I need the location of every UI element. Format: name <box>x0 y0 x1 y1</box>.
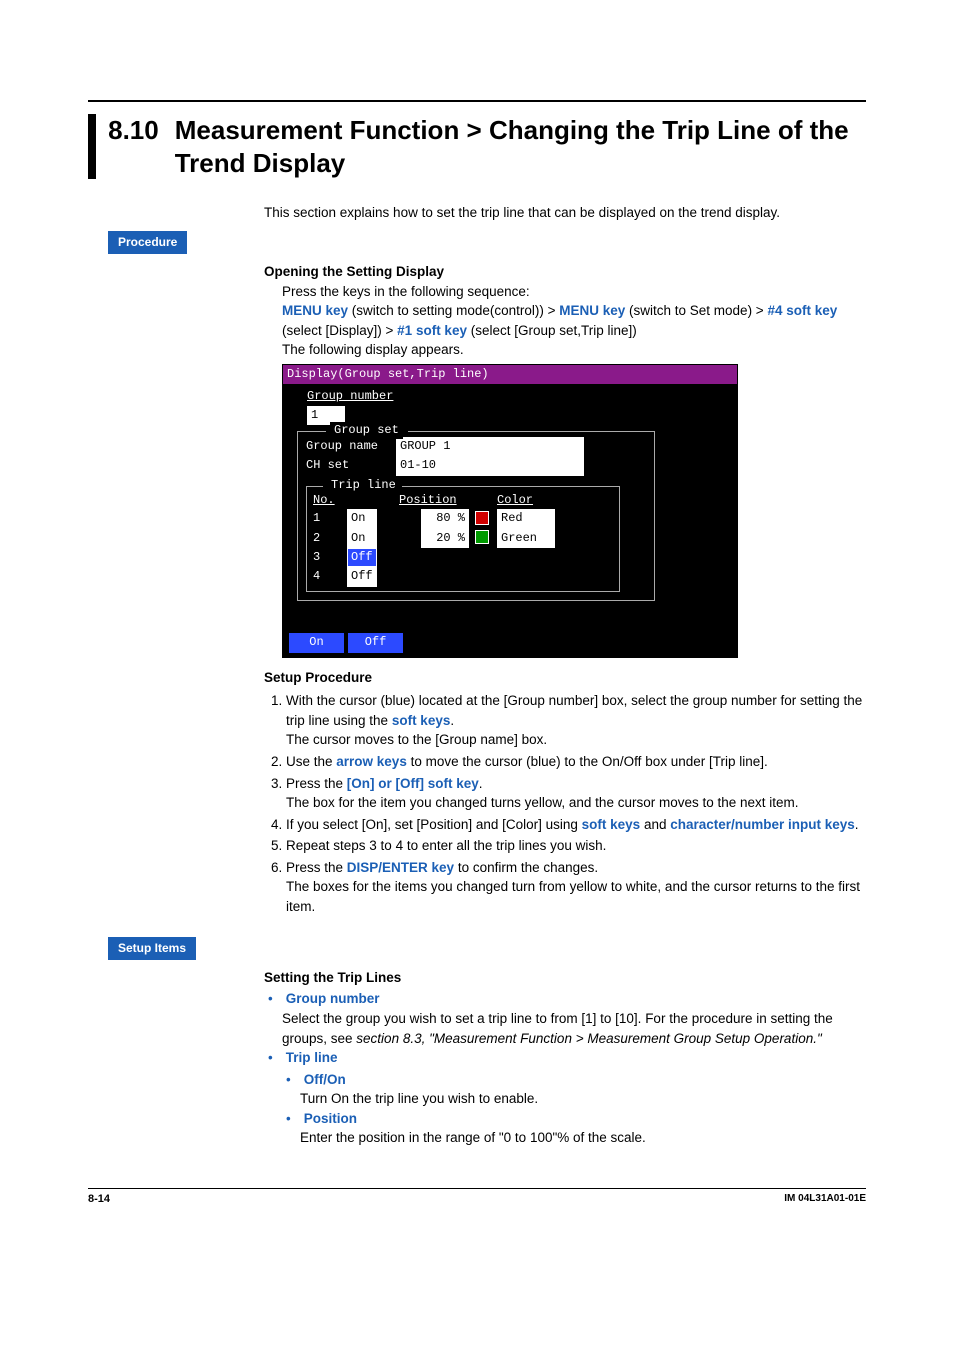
trip-switch[interactable]: On <box>347 529 377 548</box>
item-position: Position <box>304 1111 357 1126</box>
item-trip-line: Trip line <box>286 1050 338 1065</box>
intro-text: This section explains how to set the tri… <box>264 203 866 223</box>
sub-item: Off/On Turn On the trip line you wish to… <box>300 1070 866 1109</box>
softkey-off[interactable]: Off <box>348 633 403 652</box>
section-ref: section 8.3, "Measurement Function > Mea… <box>356 1031 821 1046</box>
key-sequence: MENU key (switch to setting mode(control… <box>282 301 866 340</box>
group-set-panel: Group set Group name GROUP 1 CH set 01-1… <box>297 431 655 601</box>
opening-press: Press the keys in the following sequence… <box>282 282 866 302</box>
setting-trip-lines-heading: Setting the Trip Lines <box>264 968 866 988</box>
group-name-field[interactable]: GROUP 1 <box>396 437 584 456</box>
col-no: No. <box>313 492 347 509</box>
step: Press the DISP/ENTER key to confirm the … <box>286 858 866 917</box>
group-number-label: Group number <box>307 389 393 403</box>
trip-line-panel: Trip line No. Position Color 1 On <box>306 486 620 592</box>
setup-steps: With the cursor (blue) located at the [G… <box>268 691 866 916</box>
sub-item: Position Enter the position in the range… <box>300 1109 866 1148</box>
screenshot-titlebar: Display(Group set,Trip line) <box>283 365 737 384</box>
step: With the cursor (blue) located at the [G… <box>286 691 866 750</box>
on-off-softkey-ref: [On] or [Off] soft key <box>347 776 479 791</box>
trip-switch-selected[interactable]: Off <box>347 548 377 567</box>
setting-item: Group number Select the group you wish t… <box>282 989 866 1048</box>
step: Use the arrow keys to move the cursor (b… <box>286 752 866 772</box>
char-input-keys-ref: character/number input keys <box>670 817 855 832</box>
trip-row: 4 Off <box>313 567 613 586</box>
trip-position[interactable]: 80 % <box>421 509 469 528</box>
softkey-on[interactable]: On <box>289 633 344 652</box>
col-position: Position <box>399 492 475 509</box>
menu-key-2: MENU key <box>559 303 625 318</box>
trip-position[interactable]: 20 % <box>421 529 469 548</box>
menu-key-1: MENU key <box>282 303 348 318</box>
section-heading: 8.10 Measurement Function > Changing the… <box>88 114 866 179</box>
trip-row: 3 Off <box>313 548 613 567</box>
trip-color[interactable]: Red <box>497 509 555 528</box>
disp-enter-key-ref: DISP/ENTER key <box>347 860 454 875</box>
color-swatch <box>475 511 489 525</box>
following-text: The following display appears. <box>282 340 866 360</box>
col-color: Color <box>497 492 567 509</box>
step: Press the [On] or [Off] soft key. The bo… <box>286 774 866 813</box>
ch-set-field[interactable]: 01-10 <box>396 456 584 475</box>
softkey-4: #4 soft key <box>767 303 837 318</box>
softkey-1: #1 soft key <box>397 323 467 338</box>
opening-heading: Opening the Setting Display <box>264 262 866 282</box>
setting-item: Trip line Off/On Turn On the trip line y… <box>282 1048 866 1148</box>
trip-line-legend: Trip line <box>327 477 400 494</box>
ch-set-label: CH set <box>306 457 396 474</box>
soft-keys-ref: soft keys <box>582 817 641 832</box>
group-set-legend: Group set <box>330 422 403 439</box>
soft-keys-ref: soft keys <box>392 713 451 728</box>
document-id: IM 04L31A01-01E <box>784 1193 866 1205</box>
setting-items-list: Group number Select the group you wish t… <box>264 989 866 1148</box>
procedure-badge: Procedure <box>108 231 187 254</box>
trip-switch[interactable]: On <box>347 509 377 528</box>
color-swatch <box>475 530 489 544</box>
trip-switch[interactable]: Off <box>347 567 377 586</box>
settings-screenshot: Display(Group set,Trip line) Group numbe… <box>282 364 738 658</box>
group-name-label: Group name <box>306 438 396 455</box>
setup-items-badge: Setup Items <box>108 937 196 960</box>
step: If you select [On], set [Position] and [… <box>286 815 866 835</box>
arrow-keys-ref: arrow keys <box>336 754 407 769</box>
step: Repeat steps 3 to 4 to enter all the tri… <box>286 836 866 856</box>
item-group-number: Group number <box>286 991 380 1006</box>
heading-title: Measurement Function > Changing the Trip… <box>175 114 866 179</box>
trip-row: 1 On 80 % Red <box>313 509 613 528</box>
setup-procedure-heading: Setup Procedure <box>264 668 866 688</box>
item-off-on: Off/On <box>304 1072 346 1087</box>
page-footer: 8-14 IM 04L31A01-01E <box>88 1188 866 1205</box>
heading-number: 8.10 <box>108 114 159 147</box>
page-number: 8-14 <box>88 1193 110 1205</box>
trip-color[interactable]: Green <box>497 529 555 548</box>
trip-row: 2 On 20 % Green <box>313 529 613 548</box>
